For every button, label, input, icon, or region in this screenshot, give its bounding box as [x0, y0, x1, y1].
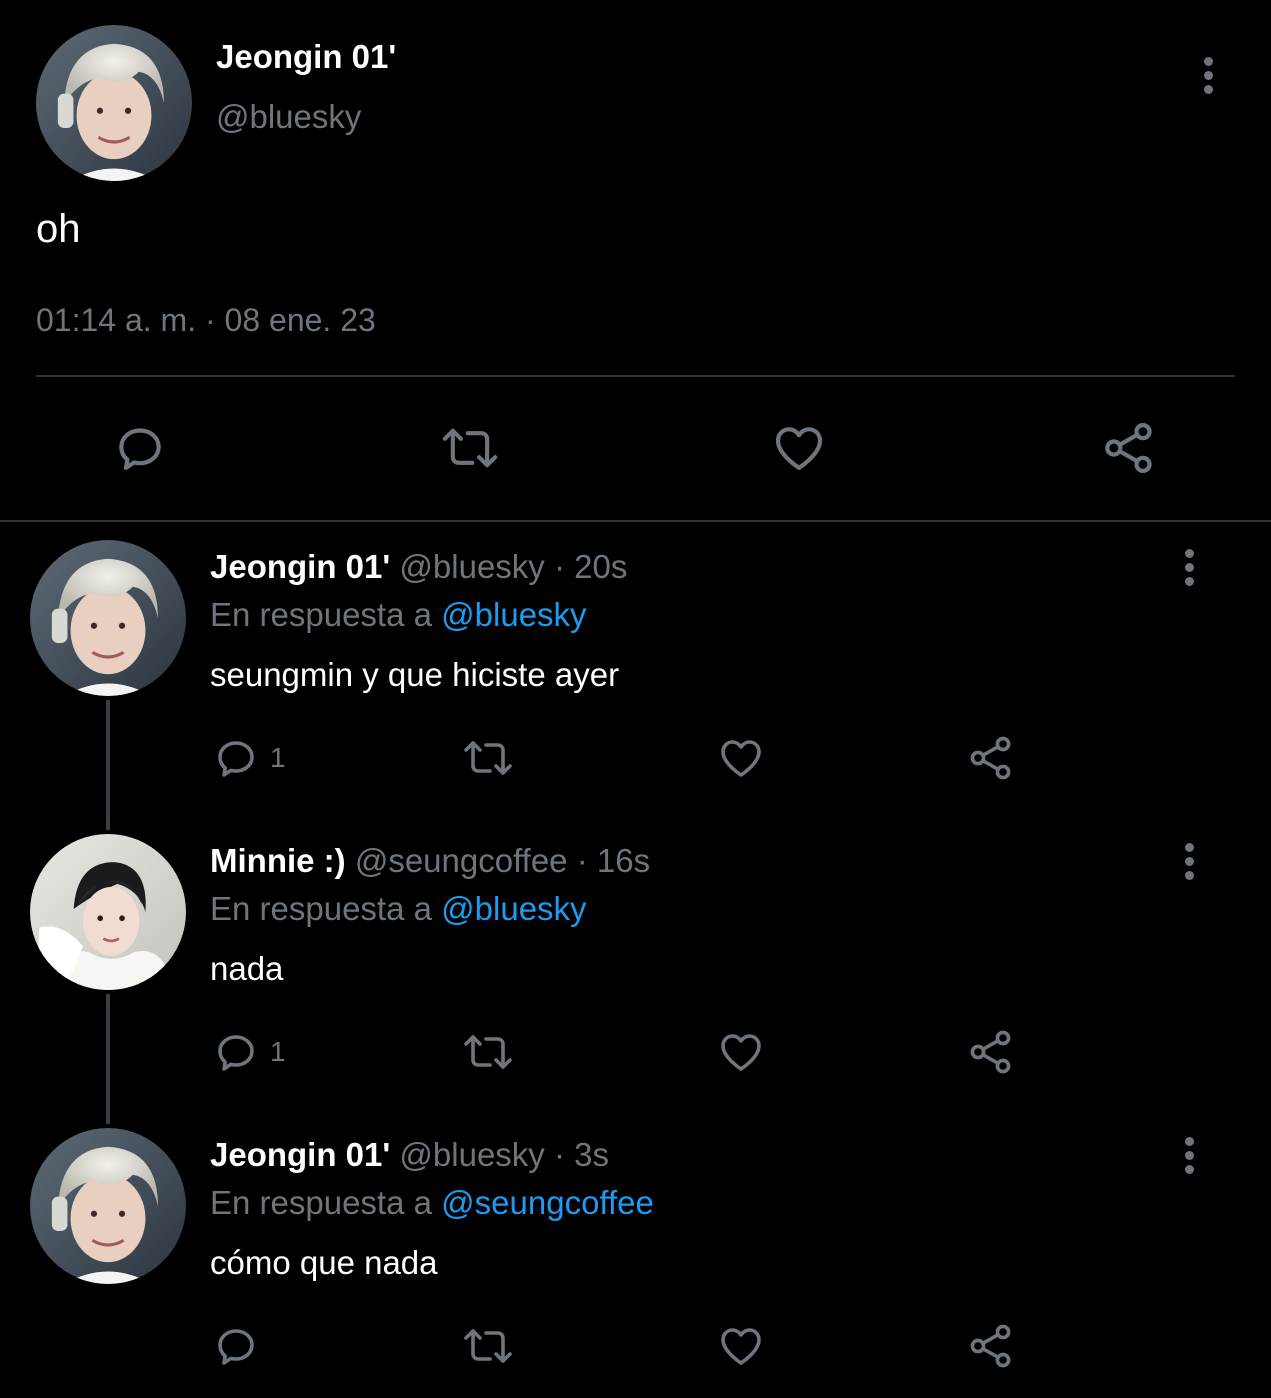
tweet-text: cómo que nada	[210, 1244, 438, 1281]
mention-link[interactable]: @bluesky	[441, 890, 586, 927]
timestamp[interactable]: 01:14 a. m. · 08 ene. 23	[36, 302, 376, 339]
retweet-button[interactable]	[438, 420, 502, 476]
more-options-icon[interactable]	[1183, 1137, 1195, 1179]
reply-prefix: En respuesta a	[210, 1184, 432, 1221]
in-reply-to: En respuesta a @bluesky	[210, 890, 587, 928]
reply-button[interactable]: 1	[212, 734, 286, 782]
reply-icon	[218, 1329, 254, 1365]
reply-header: Minnie :) @seungcoffee · 16s	[210, 842, 650, 880]
share-button[interactable]	[966, 734, 1016, 782]
share-button[interactable]	[966, 1028, 1016, 1076]
retweet-icon	[464, 1329, 512, 1363]
share-icon	[970, 736, 1011, 780]
share-button[interactable]	[966, 1322, 1016, 1370]
retweet-button[interactable]	[460, 1322, 516, 1370]
avatar[interactable]	[36, 25, 192, 181]
display-name[interactable]: Jeongin 01'	[210, 548, 390, 585]
reply-button[interactable]	[212, 1322, 270, 1370]
reply-time: · 3s	[553, 1136, 609, 1173]
avatar[interactable]	[30, 540, 186, 696]
tweet-text: nada	[210, 950, 284, 987]
display-name[interactable]: Jeongin 01'	[216, 38, 396, 76]
reply-prefix: En respuesta a	[210, 596, 432, 633]
mention-link[interactable]: @bluesky	[441, 596, 586, 633]
like-button[interactable]	[716, 1028, 766, 1076]
tweet-text: seungmin y que hiciste ayer	[210, 656, 620, 693]
handle[interactable]: @seungcoffee	[355, 842, 568, 879]
share-icon	[1105, 423, 1152, 473]
reply-icon	[218, 1035, 254, 1071]
reply-count: 1	[270, 1036, 286, 1067]
like-button[interactable]	[716, 734, 766, 782]
like-icon	[721, 1034, 761, 1071]
reply-header: Jeongin 01' @bluesky · 3s	[210, 1136, 609, 1174]
reply-button[interactable]	[112, 420, 168, 476]
handle[interactable]: @bluesky	[399, 548, 544, 585]
share-button[interactable]	[1100, 420, 1158, 476]
reply-count: 1	[270, 742, 286, 773]
handle[interactable]: @bluesky	[216, 98, 361, 136]
reply-icon	[119, 428, 161, 470]
share-icon	[970, 1030, 1011, 1074]
more-options-icon[interactable]	[1202, 57, 1214, 99]
thread-line	[106, 700, 110, 830]
more-options-icon[interactable]	[1183, 843, 1195, 885]
share-icon	[970, 1324, 1011, 1368]
avatar[interactable]	[30, 834, 186, 990]
retweet-icon	[464, 741, 512, 775]
retweet-button[interactable]	[460, 1028, 516, 1076]
retweet-button[interactable]	[460, 734, 516, 782]
reply-time: · 20s	[553, 548, 628, 585]
reply-button[interactable]: 1	[212, 1028, 286, 1076]
display-name[interactable]: Jeongin 01'	[210, 1136, 390, 1173]
like-icon	[721, 1328, 761, 1365]
divider	[36, 375, 1235, 377]
like-icon	[775, 427, 823, 470]
retweet-icon	[464, 1035, 512, 1069]
avatar[interactable]	[30, 1128, 186, 1284]
like-button[interactable]	[770, 420, 828, 476]
more-options-icon[interactable]	[1183, 549, 1195, 591]
mention-link[interactable]: @seungcoffee	[441, 1184, 654, 1221]
reply-icon	[218, 741, 254, 777]
handle[interactable]: @bluesky	[399, 1136, 544, 1173]
in-reply-to: En respuesta a @seungcoffee	[210, 1184, 654, 1222]
in-reply-to: En respuesta a @bluesky	[210, 596, 587, 634]
thread-line	[106, 994, 110, 1124]
divider	[0, 520, 1271, 522]
reply-prefix: En respuesta a	[210, 890, 432, 927]
like-icon	[721, 740, 761, 777]
display-name[interactable]: Minnie :)	[210, 842, 346, 879]
like-button[interactable]	[716, 1322, 766, 1370]
tweet-text: oh	[36, 207, 81, 251]
retweet-icon	[442, 428, 498, 468]
reply-header: Jeongin 01' @bluesky · 20s	[210, 548, 627, 586]
reply-time: · 16s	[576, 842, 651, 879]
